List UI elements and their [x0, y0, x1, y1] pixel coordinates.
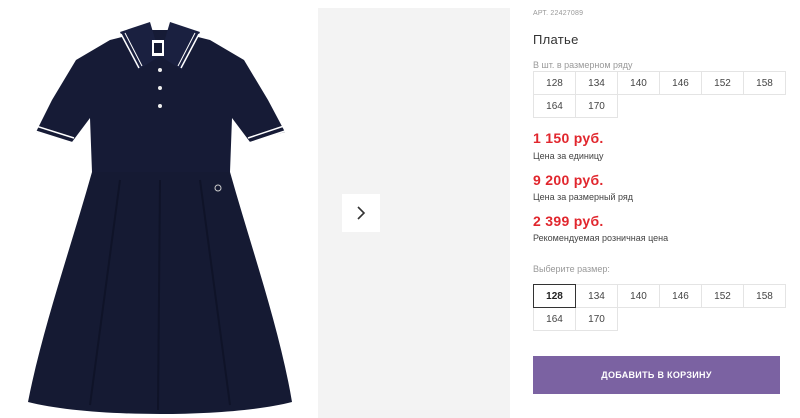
choose-size-label: Выберите размер: — [533, 264, 610, 274]
product-photo[interactable] — [0, 0, 318, 418]
add-to-cart-button[interactable]: ДОБАВИТЬ В КОРЗИНУ — [533, 356, 780, 394]
product-title: Платье — [533, 32, 579, 47]
size-selector: 128 134 140 146 152 158 164 170 — [533, 284, 786, 331]
chevron-right-icon — [357, 206, 366, 220]
size-range-cell: 152 — [701, 71, 744, 95]
size-range-cell: 158 — [743, 71, 786, 95]
retail-price: 2 399 руб. — [533, 213, 604, 229]
next-image-button[interactable] — [342, 194, 380, 232]
size-option-158[interactable]: 158 — [743, 284, 786, 308]
size-option-152[interactable]: 152 — [701, 284, 744, 308]
size-range-grid: 128 134 140 146 152 158 164 170 — [533, 71, 786, 118]
retail-price-note: Рекомендуемая розничная цена — [533, 233, 669, 243]
size-option-146[interactable]: 146 — [659, 284, 702, 308]
size-option-140[interactable]: 140 — [617, 284, 660, 308]
unit-price: 1 150 руб. — [533, 130, 604, 146]
unit-price-note: Цена за единицу — [533, 151, 604, 161]
dress-image — [28, 22, 292, 414]
product-article: АРТ. 22427089 — [533, 10, 584, 17]
range-price: 9 200 руб. — [533, 172, 604, 188]
size-range-cell: 128 — [533, 71, 576, 95]
range-price-note: Цена за размерный ряд — [533, 192, 634, 202]
size-option-134[interactable]: 134 — [575, 284, 618, 308]
size-range-cell: 164 — [533, 94, 576, 118]
product-gallery — [0, 0, 510, 418]
size-range-cell: 140 — [617, 71, 660, 95]
size-range-label: В шт. в размерном ряду — [533, 60, 633, 70]
size-option-170[interactable]: 170 — [575, 307, 618, 331]
size-range-cell: 170 — [575, 94, 618, 118]
size-range-cell: 134 — [575, 71, 618, 95]
size-range-cell: 146 — [659, 71, 702, 95]
size-option-128[interactable]: 128 — [533, 284, 576, 308]
size-option-164[interactable]: 164 — [533, 307, 576, 331]
